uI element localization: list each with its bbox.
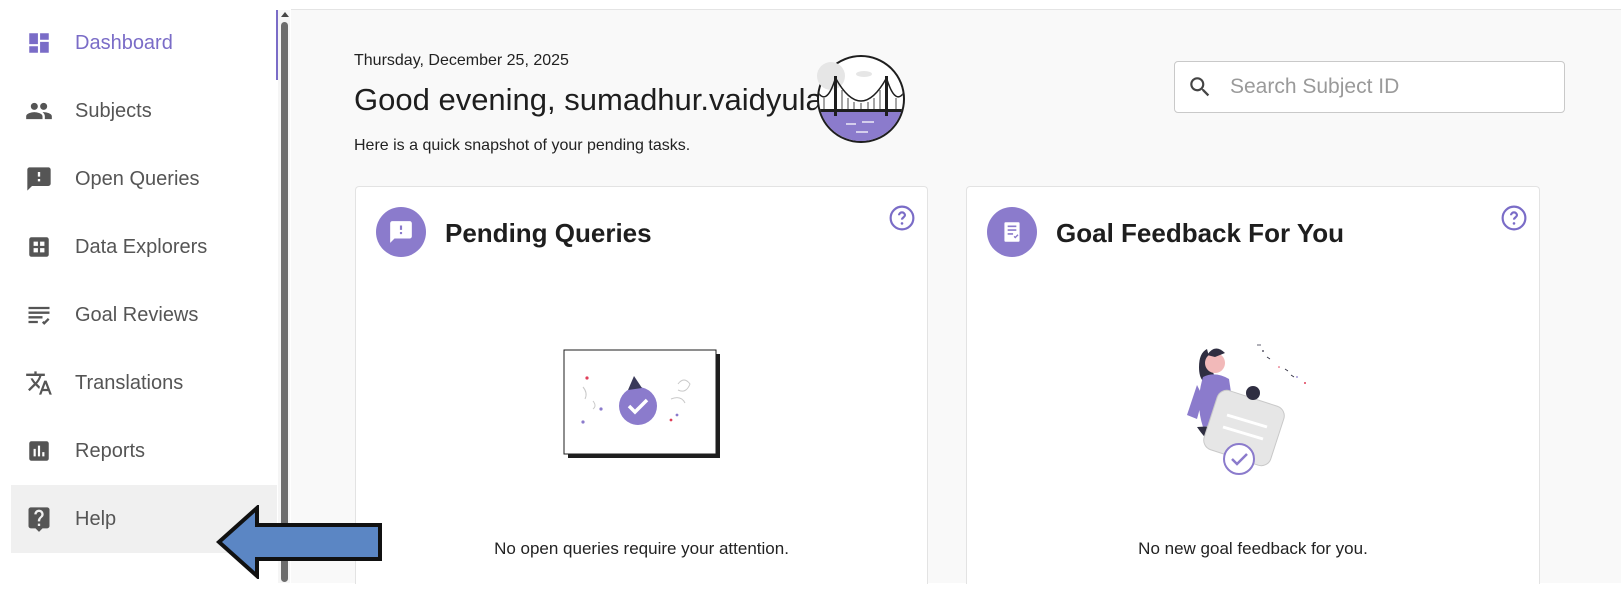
app-window: Dashboard Subjects Open Queries Data Exp… xyxy=(0,0,1621,601)
sidebar-item-label: Data Explorers xyxy=(75,235,208,258)
person-with-document-illustration xyxy=(1187,344,1306,475)
dashboard-icon xyxy=(25,29,53,57)
sidebar-item-label: Subjects xyxy=(75,99,152,122)
goal-feedback-card: Goal Feedback For You No new goal feedba… xyxy=(966,186,1540,584)
current-date: Thursday, December 25, 2025 xyxy=(354,52,569,69)
goal-badge-icon xyxy=(987,207,1037,257)
apps-icon xyxy=(25,233,53,261)
sidebar-item-translations[interactable]: Translations xyxy=(11,349,277,417)
scroll-up-arrow-icon[interactable] xyxy=(280,10,290,20)
search-box[interactable] xyxy=(1174,61,1565,113)
translate-icon xyxy=(25,369,53,397)
checklist-icon xyxy=(25,301,53,329)
pointer-arrow-overlay xyxy=(216,505,382,579)
search-input[interactable] xyxy=(1230,70,1550,104)
sidebar-item-label: Dashboard xyxy=(75,31,173,54)
sidebar-item-label: Help xyxy=(75,507,117,530)
sidebar-item-reports[interactable]: Reports xyxy=(11,417,277,485)
sidebar-item-dashboard[interactable]: Dashboard xyxy=(11,9,277,77)
main-content: Thursday, December 25, 2025 Good evening… xyxy=(291,9,1621,584)
help-circle-icon[interactable] xyxy=(889,205,915,231)
feedback-icon xyxy=(25,165,53,193)
sidebar-item-label: Goal Reviews xyxy=(75,303,199,326)
celebration-illustration xyxy=(563,349,720,458)
bridge-illustration xyxy=(817,55,905,143)
sidebar-item-goal-reviews[interactable]: Goal Reviews xyxy=(11,281,277,349)
sidebar-item-open-queries[interactable]: Open Queries xyxy=(11,145,277,213)
search-icon xyxy=(1190,77,1210,97)
pending-queries-card: Pending Queries No open queries require … xyxy=(355,186,928,584)
help-circle-icon[interactable] xyxy=(1501,205,1527,231)
card-title: Goal Feedback For You xyxy=(1056,218,1344,248)
help-square-icon xyxy=(25,505,53,533)
bar-chart-icon xyxy=(25,437,53,465)
empty-state-message: No new goal feedback for you. xyxy=(1138,539,1368,558)
snapshot-subtitle: Here is a quick snapshot of your pending… xyxy=(354,137,691,154)
card-title: Pending Queries xyxy=(445,218,652,248)
sidebar-item-label: Translations xyxy=(75,371,184,394)
sidebar: Dashboard Subjects Open Queries Data Exp… xyxy=(0,0,280,583)
queries-badge-icon xyxy=(376,207,426,257)
sidebar-item-label: Open Queries xyxy=(75,167,200,190)
sidebar-item-subjects[interactable]: Subjects xyxy=(11,77,277,145)
sidebar-item-data-explorers[interactable]: Data Explorers xyxy=(11,213,277,281)
scrollbar-thumb[interactable] xyxy=(281,22,288,582)
empty-state-message: No open queries require your attention. xyxy=(494,539,789,558)
people-icon xyxy=(25,97,53,125)
sidebar-item-label: Reports xyxy=(75,439,146,462)
greeting-title: Good evening, sumadhur.vaidyula xyxy=(354,82,823,117)
